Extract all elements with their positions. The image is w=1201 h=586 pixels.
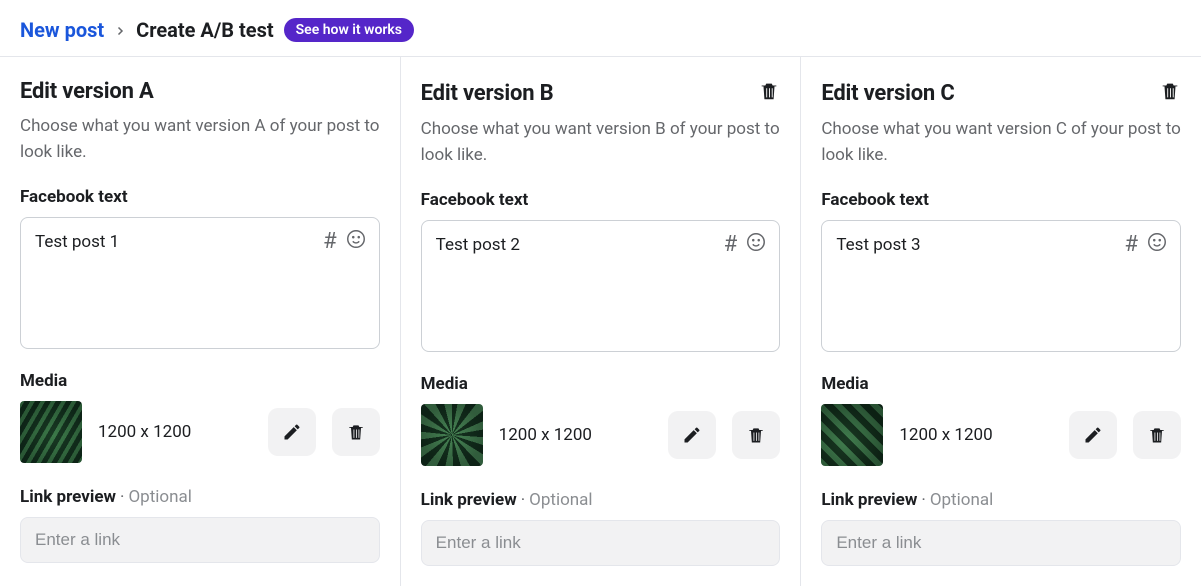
delete-version-c-button[interactable] (1159, 79, 1181, 107)
fb-text-label: Facebook text (20, 187, 380, 207)
media-label: Media (821, 374, 1181, 394)
breadcrumb-root-link[interactable]: New post (20, 18, 104, 42)
version-b-column: Edit version B Choose what you want vers… (400, 57, 801, 586)
media-thumbnail-c[interactable] (821, 404, 883, 466)
delete-media-button[interactable] (732, 411, 780, 459)
chevron-right-icon (114, 18, 126, 42)
hashtag-icon[interactable]: # (724, 232, 738, 257)
version-c-desc: Choose what you want version C of your p… (821, 117, 1181, 168)
version-c-column: Edit version C Choose what you want vers… (800, 57, 1201, 586)
delete-version-b-button[interactable] (758, 79, 780, 107)
edit-media-button[interactable] (1069, 411, 1117, 459)
media-thumbnail-b[interactable] (421, 404, 483, 466)
version-a-column: Edit version A Choose what you want vers… (0, 57, 400, 586)
version-a-desc: Choose what you want version A of your p… (20, 114, 380, 165)
breadcrumb: New post Create A/B test See how it work… (0, 0, 1201, 57)
media-dims-a: 1200 x 1200 (98, 422, 252, 442)
version-c-title: Edit version C (821, 81, 954, 106)
link-preview-label: Link preview·Optional (821, 490, 1181, 510)
fb-text-label: Facebook text (421, 190, 781, 210)
delete-media-button[interactable] (332, 408, 380, 456)
media-label: Media (20, 371, 380, 391)
version-b-desc: Choose what you want version B of your p… (421, 117, 781, 168)
version-b-title: Edit version B (421, 81, 554, 106)
link-preview-label: Link preview·Optional (421, 490, 781, 510)
media-dims-c: 1200 x 1200 (899, 425, 1053, 445)
fb-text-value-b: Test post 2 (436, 235, 520, 255)
hashtag-icon[interactable]: # (323, 229, 337, 254)
link-input-b[interactable] (421, 520, 781, 566)
version-a-title: Edit version A (20, 79, 154, 104)
link-input-a[interactable] (20, 517, 380, 563)
fb-text-input-b[interactable]: Test post 2 # (421, 220, 781, 352)
media-dims-b: 1200 x 1200 (499, 425, 653, 445)
fb-text-label: Facebook text (821, 190, 1181, 210)
emoji-icon[interactable] (345, 228, 367, 255)
fb-text-value-c: Test post 3 (836, 235, 920, 255)
breadcrumb-current: Create A/B test (136, 18, 273, 42)
media-thumbnail-a[interactable] (20, 401, 82, 463)
fb-text-value-a: Test post 1 (35, 232, 119, 252)
media-row-a: 1200 x 1200 (20, 401, 380, 463)
fb-text-input-a[interactable]: Test post 1 # (20, 217, 380, 349)
edit-media-button[interactable] (668, 411, 716, 459)
edit-media-button[interactable] (268, 408, 316, 456)
hashtag-icon[interactable]: # (1124, 232, 1138, 257)
versions-container: Edit version A Choose what you want vers… (0, 57, 1201, 586)
link-input-c[interactable] (821, 520, 1181, 566)
emoji-icon[interactable] (745, 231, 767, 258)
emoji-icon[interactable] (1146, 231, 1168, 258)
fb-text-input-c[interactable]: Test post 3 # (821, 220, 1181, 352)
media-label: Media (421, 374, 781, 394)
media-row-b: 1200 x 1200 (421, 404, 781, 466)
delete-media-button[interactable] (1133, 411, 1181, 459)
media-row-c: 1200 x 1200 (821, 404, 1181, 466)
link-preview-label: Link preview·Optional (20, 487, 380, 507)
see-how-it-works-button[interactable]: See how it works (284, 18, 414, 42)
